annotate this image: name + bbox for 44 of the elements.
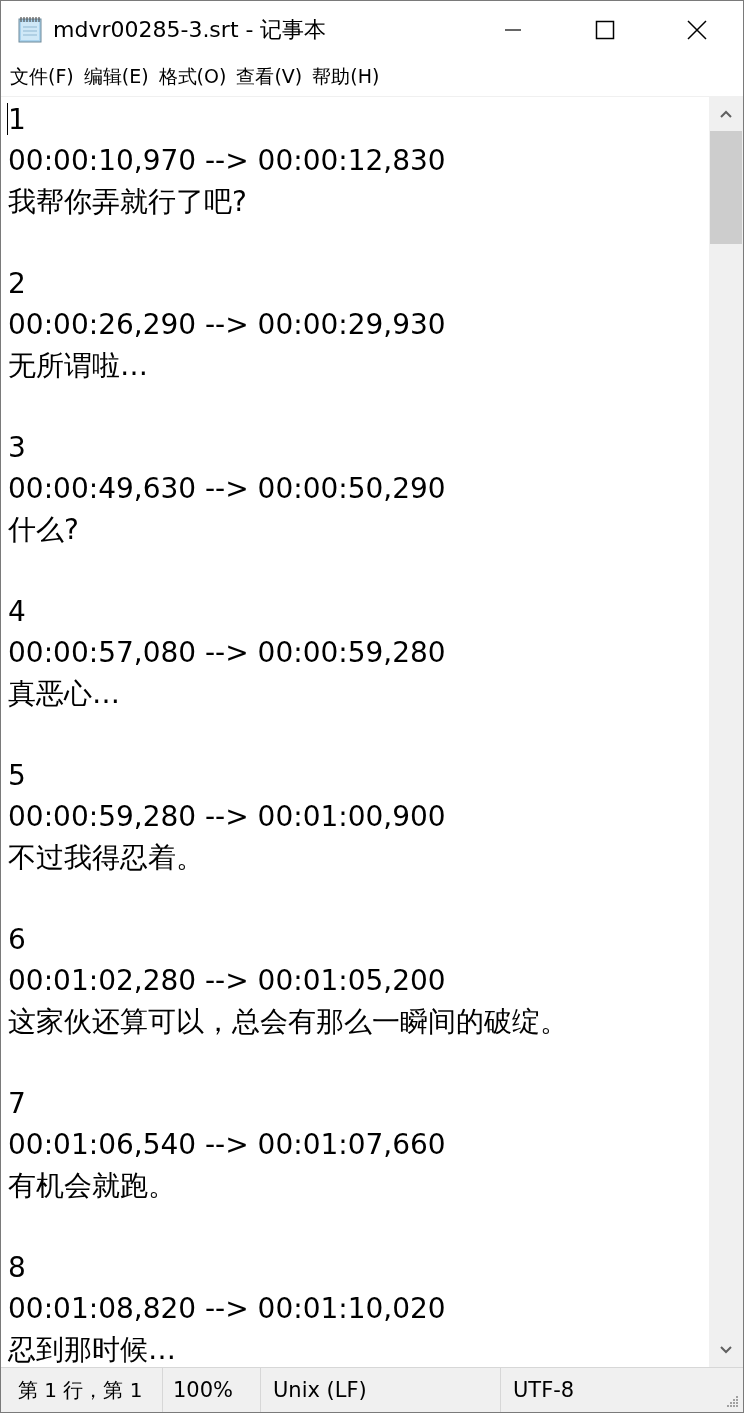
subtitle-text: 我帮你弄就行了吧? [8,185,247,218]
subtitle-text: 忍到那时候… [8,1333,176,1366]
subtitle-timing: 00:01:02,280 --> 00:01:05,200 [8,964,446,997]
text-cursor [7,103,8,135]
maximize-icon [595,19,615,40]
subtitle-index: 8 [8,1251,26,1284]
subtitle-text: 不过我得忍着。 [8,841,204,874]
subtitle-timing: 00:00:57,080 --> 00:00:59,280 [8,636,446,669]
subtitle-text: 有机会就跑。 [8,1169,176,1202]
notepad-icon [15,14,45,45]
subtitle-timing: 00:00:26,290 --> 00:00:29,930 [8,308,446,341]
encoding: UTF-8 [512,1377,575,1404]
subtitle-text: 无所谓啦… [8,349,148,382]
subtitle-timing: 00:00:59,280 --> 00:01:00,900 [8,800,446,833]
subtitle-timing: 00:01:06,540 --> 00:01:07,660 [8,1128,446,1161]
cursor-position: 第 1 行，第 1 [1,1368,163,1412]
subtitle-index: 2 [8,267,26,300]
subtitle-index: 3 [8,431,26,464]
menu-item[interactable]: 帮助(H) [307,64,385,90]
line-ending: Unix (LF) [261,1368,501,1412]
minimize-icon [504,28,522,31]
chevron-down-icon [720,1346,732,1354]
menu-item[interactable]: 查看(V) [231,64,308,90]
close-icon [687,19,707,40]
chevron-up-icon [720,110,732,118]
subtitle-timing: 00:00:49,630 --> 00:00:50,290 [8,472,446,505]
subtitle-text: 这家伙还算可以，总会有那么一瞬间的破绽。 [8,1005,568,1038]
menu-item[interactable]: 编辑(E) [78,64,154,90]
subtitle-index: 5 [8,759,26,792]
menu-item[interactable]: 格式(O) [153,64,232,90]
subtitle-text: 什么? [8,513,79,546]
subtitle-index: 7 [8,1087,26,1120]
window-title: mdvr00285-3.srt - 记事本 [53,15,327,44]
menu-item[interactable]: 文件(F) [5,64,79,90]
scroll-thumb[interactable] [710,131,742,244]
subtitle-timing: 00:00:10,970 --> 00:00:12,830 [8,144,446,177]
vertical-scrollbar[interactable] [709,97,743,1367]
zoom-level: 100% [163,1368,261,1412]
subtitle-timing: 00:01:08,820 --> 00:01:10,020 [8,1292,446,1325]
subtitle-index: 6 [8,923,26,956]
resize-grip-icon[interactable] [725,1394,739,1408]
subtitle-text: 真恶心… [8,677,120,710]
subtitle-index: 1 [8,103,26,136]
subtitle-index: 4 [8,595,26,628]
